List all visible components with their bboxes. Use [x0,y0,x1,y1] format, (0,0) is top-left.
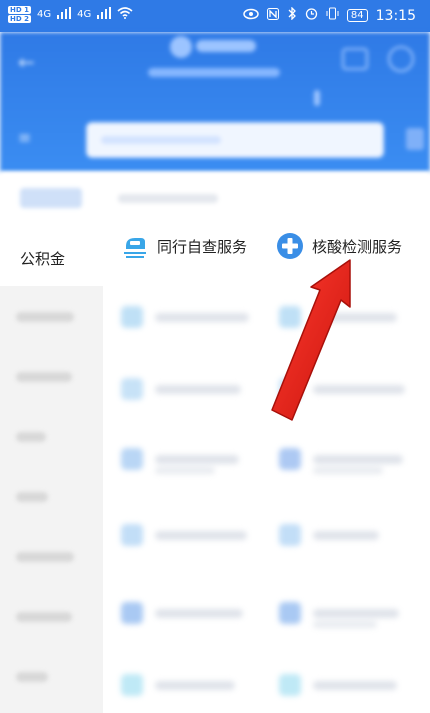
red-arrow-annotation [271,259,351,421]
